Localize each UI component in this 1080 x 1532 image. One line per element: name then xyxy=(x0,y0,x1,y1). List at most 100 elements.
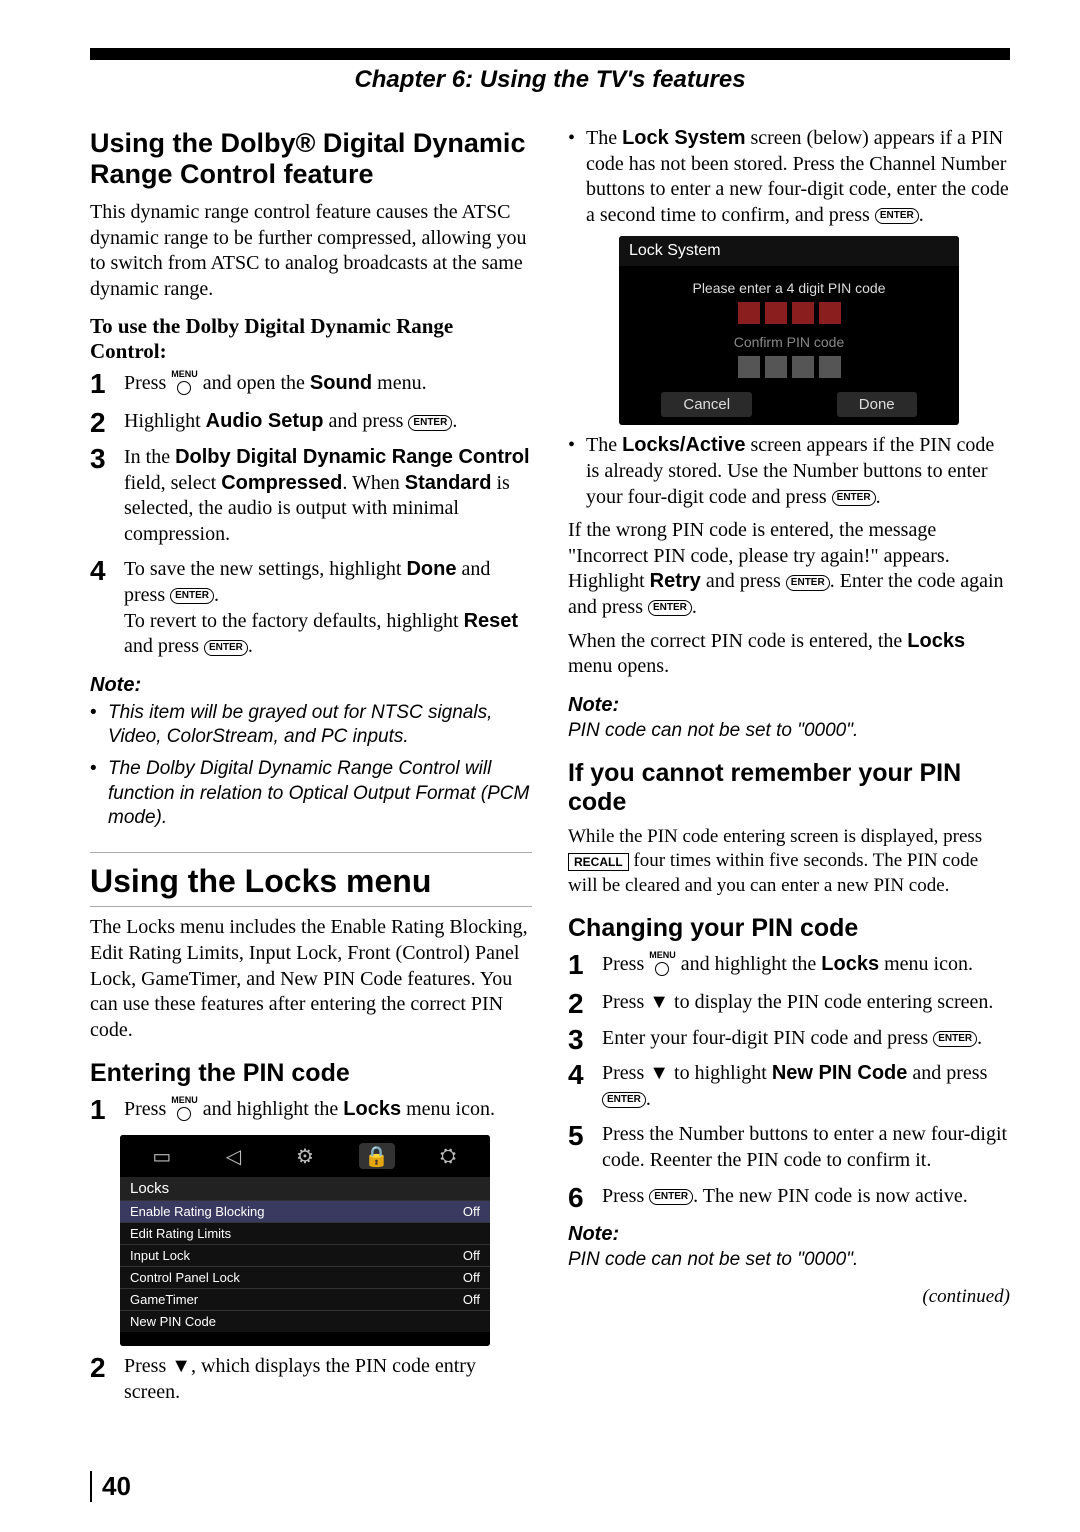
done-label: Done xyxy=(406,558,456,580)
text: field, select xyxy=(124,472,221,494)
note-pin-2: PIN code can not be set to "0000". xyxy=(568,1248,1010,1272)
locks-row: Input LockOff xyxy=(120,1244,490,1266)
row-val: Off xyxy=(463,1270,480,1285)
enter-key-icon: ENTER xyxy=(649,1189,693,1205)
enter-key-icon: ENTER xyxy=(170,588,214,604)
heading-forgot-pin: If you cannot remember your PIN code xyxy=(568,759,1010,817)
text: and press xyxy=(124,635,204,657)
row-label: GameTimer xyxy=(130,1292,198,1307)
locks-row: Edit Rating Limits xyxy=(120,1222,490,1244)
pin-screen-bullets-2: The Locks/Active screen appears if the P… xyxy=(568,433,1010,510)
menu-key-icon: MENU xyxy=(171,370,198,399)
text: When the correct PIN code is entered, th… xyxy=(568,630,907,652)
dolby-step-4: To save the new settings, highlight Done… xyxy=(90,557,532,659)
recall-key-icon: RECALL xyxy=(568,853,629,871)
heading-dolby: Using the Dolby® Digital Dynamic Range C… xyxy=(90,128,532,190)
locks-row: New PIN Code xyxy=(120,1310,490,1332)
text: and highlight the xyxy=(676,953,822,975)
text: Highlight xyxy=(124,410,206,432)
locks-label: Locks xyxy=(343,1098,401,1120)
lock-icon: 🔒 xyxy=(359,1143,395,1169)
picture-icon: ▭ xyxy=(144,1143,180,1169)
text: and highlight the xyxy=(198,1098,344,1120)
text: Press ▼ to highlight xyxy=(602,1062,772,1084)
dolby-intro: This dynamic range control feature cause… xyxy=(90,200,532,302)
menu-key-icon: MENU xyxy=(171,1096,198,1125)
enter-key-icon: ENTER xyxy=(204,640,248,656)
text: menu icon. xyxy=(401,1098,495,1120)
locks-row: Control Panel LockOff xyxy=(120,1266,490,1288)
sound-icon: ◁ xyxy=(215,1143,251,1169)
drc-field-label: Dolby Digital Dynamic Range Control xyxy=(175,446,529,468)
text: The xyxy=(586,434,622,456)
locks-menu-screenshot: ▭ ◁ ⚙ 🔒 ⛭ Locks Enable Rating BlockingOf… xyxy=(120,1135,490,1346)
note-pin: PIN code can not be set to "0000". xyxy=(568,719,1010,743)
text: menu opens. xyxy=(568,655,669,677)
lock-system-screenshot: Lock System Please enter a 4 digit PIN c… xyxy=(619,236,959,425)
chapter-header: Chapter 6: Using the TV's features xyxy=(90,66,1010,94)
menu-key-icon: MENU xyxy=(649,951,676,980)
dolby-step-1: Press MENU and open the Sound menu. xyxy=(90,370,532,399)
enter-key-icon: ENTER xyxy=(648,600,692,616)
reset-label: Reset xyxy=(464,610,518,632)
dolby-steps: Press MENU and open the Sound menu. High… xyxy=(90,370,532,659)
dolby-notes: This item will be grayed out for NTSC si… xyxy=(90,701,532,831)
row-val: Off xyxy=(463,1204,480,1219)
right-column: The Lock System screen (below) appears i… xyxy=(568,122,1010,1416)
change-steps: Press MENU and highlight the Locks menu … xyxy=(568,951,1010,1209)
audio-setup-label: Audio Setup xyxy=(206,410,324,432)
text: While the PIN code entering screen is di… xyxy=(568,826,982,847)
change-step-2: Press ▼ to display the PIN code entering… xyxy=(568,990,1010,1016)
confirm-label: Confirm PIN code xyxy=(619,334,959,350)
locks-label: Locks xyxy=(821,953,879,975)
forgot-text: While the PIN code entering screen is di… xyxy=(568,825,1010,898)
enter-key-icon: ENTER xyxy=(408,415,452,431)
enter-key-icon: ENTER xyxy=(602,1092,646,1108)
lock-system-title: Lock System xyxy=(619,236,959,266)
entering-steps-cont: Press ▼, which displays the PIN code ent… xyxy=(90,1354,532,1405)
enter-key-icon: ENTER xyxy=(832,490,876,506)
enter-step-1: Press MENU and highlight the Locks menu … xyxy=(90,1096,532,1125)
locks-active-label: Locks/Active xyxy=(622,434,745,456)
dolby-step-2: Highlight Audio Setup and press ENTER. xyxy=(90,409,532,435)
change-step-4: Press ▼ to highlight New PIN Code and pr… xyxy=(568,1061,1010,1112)
pin-boxes xyxy=(619,302,959,324)
row-label: New PIN Code xyxy=(130,1314,216,1329)
settings-icon: ⛭ xyxy=(430,1143,466,1169)
row-label: Edit Rating Limits xyxy=(130,1226,231,1241)
note-item: The Dolby Digital Dynamic Range Control … xyxy=(90,757,532,830)
change-step-5: Press the Number buttons to enter a new … xyxy=(568,1122,1010,1173)
text: Press xyxy=(602,1185,649,1207)
locks-menu-title: Locks xyxy=(120,1177,490,1200)
text: and press xyxy=(701,570,786,592)
text: and press xyxy=(907,1062,987,1084)
lock-system-label: Lock System xyxy=(622,127,745,149)
text: and open the xyxy=(198,373,310,395)
done-button: Done xyxy=(837,392,917,417)
row-label: Input Lock xyxy=(130,1248,190,1263)
enter-key-icon: ENTER xyxy=(786,575,830,591)
change-step-1: Press MENU and highlight the Locks menu … xyxy=(568,951,1010,980)
compressed-label: Compressed xyxy=(221,472,342,494)
locks-row: GameTimerOff xyxy=(120,1288,490,1310)
text: Press xyxy=(124,1098,171,1120)
entering-steps: Press MENU and highlight the Locks menu … xyxy=(90,1096,532,1125)
enter-key-icon: ENTER xyxy=(875,208,919,224)
sound-label: Sound xyxy=(310,373,372,395)
text: Press xyxy=(602,953,649,975)
locks-row: Enable Rating Blocking Off xyxy=(120,1200,490,1222)
text: . When xyxy=(342,472,404,494)
bullet-lock-system: The Lock System screen (below) appears i… xyxy=(568,126,1010,228)
change-step-6: Press ENTER. The new PIN code is now act… xyxy=(568,1184,1010,1210)
text: menu icon. xyxy=(879,953,973,975)
text: Enter your four-digit PIN code and press xyxy=(602,1027,933,1049)
confirm-boxes xyxy=(619,356,959,378)
text: and press xyxy=(323,410,408,432)
text: The xyxy=(586,127,622,149)
row-label: Enable Rating Blocking xyxy=(130,1204,264,1219)
wrong-pin-text: If the wrong PIN code is entered, the me… xyxy=(568,518,1010,620)
page-number: 40 xyxy=(90,1471,131,1502)
heading-locks-menu: Using the Locks menu xyxy=(90,852,532,907)
pin-msg: Please enter a 4 digit PIN code xyxy=(619,280,959,296)
change-step-3: Enter your four-digit PIN code and press… xyxy=(568,1026,1010,1052)
